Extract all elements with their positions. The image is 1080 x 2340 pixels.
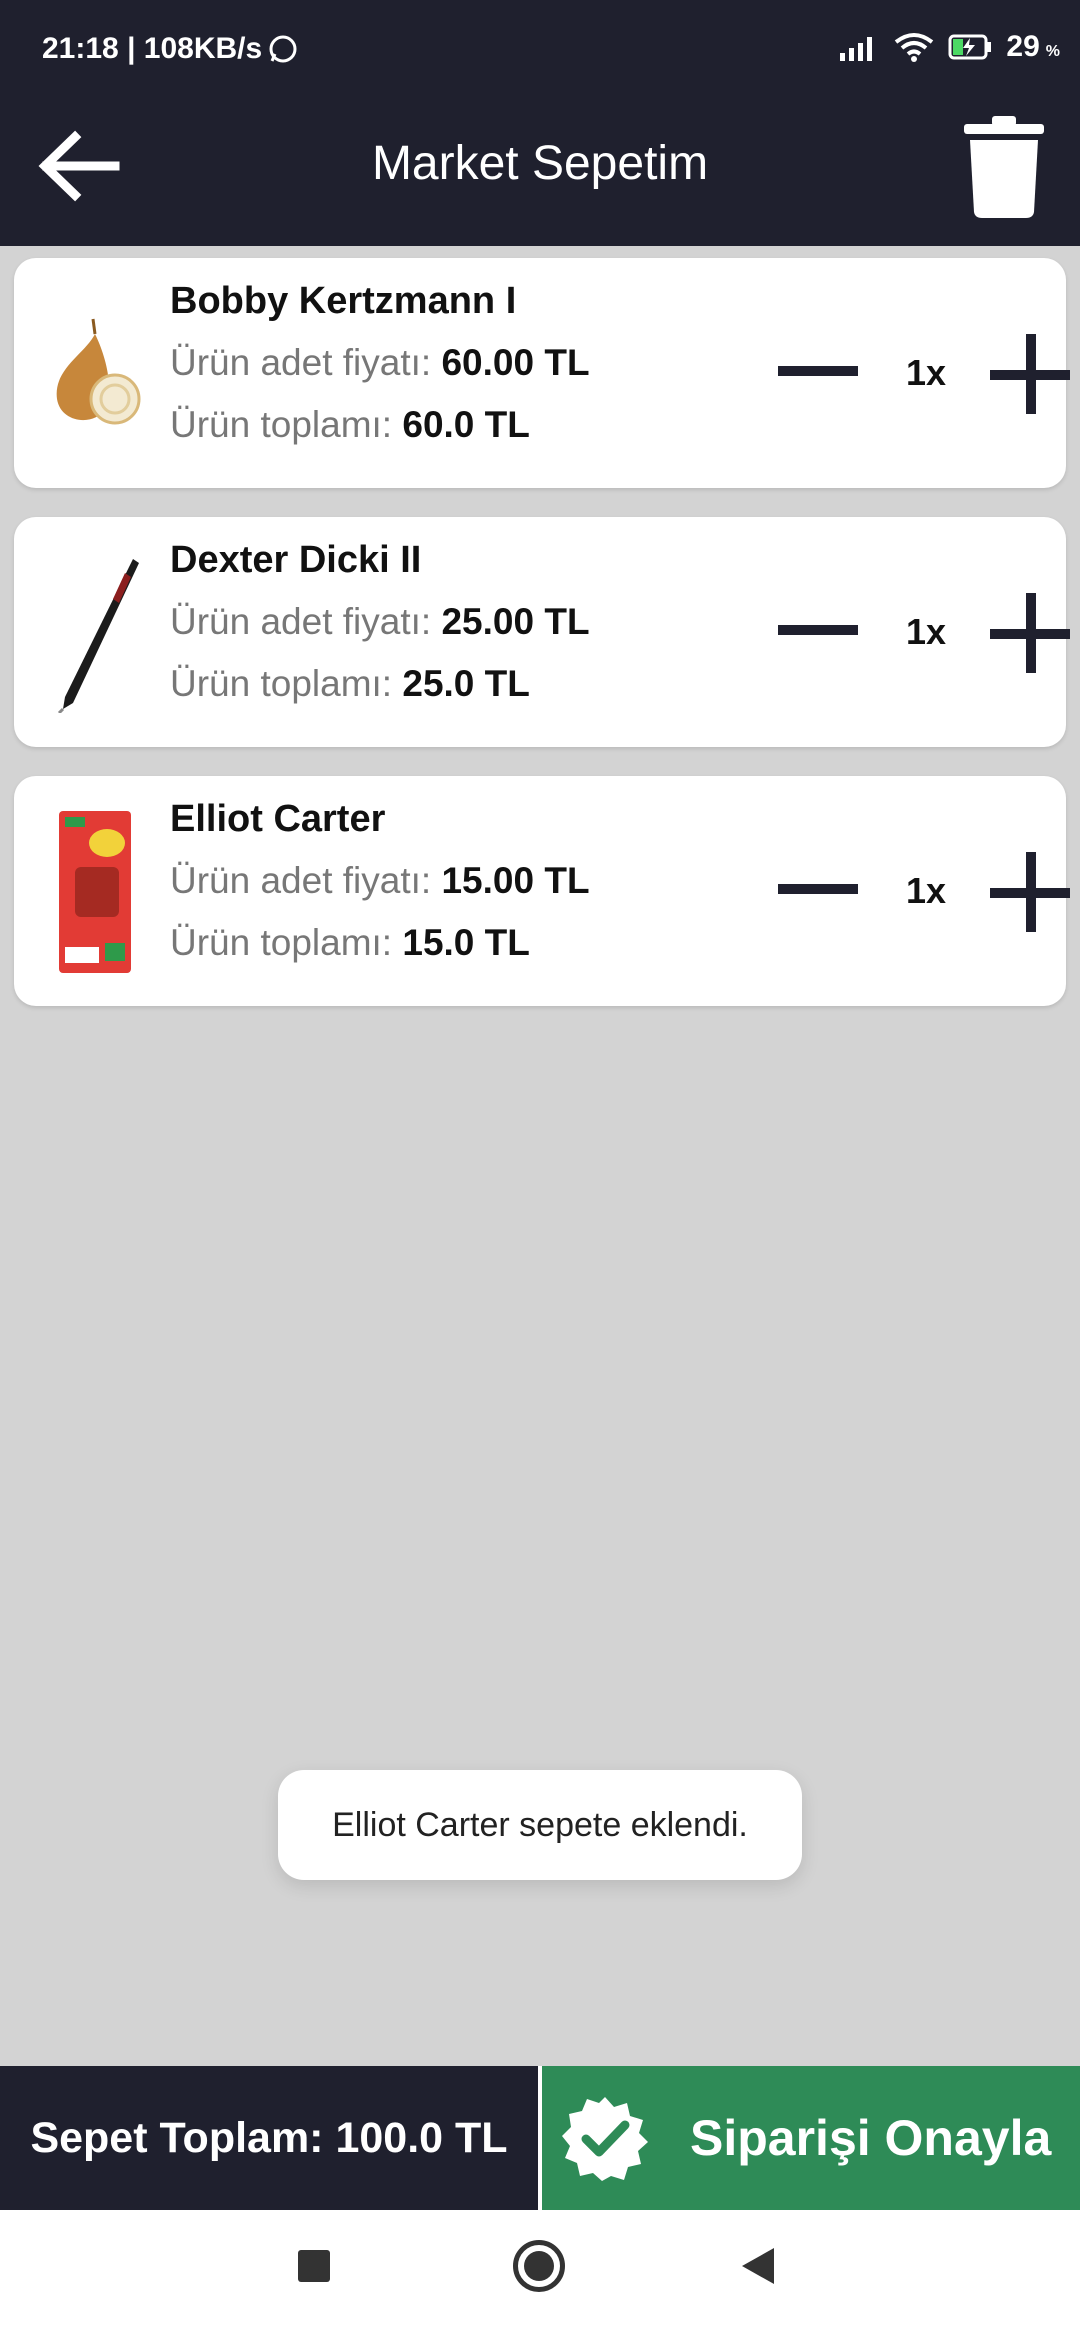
onion-image	[40, 294, 150, 454]
item-total-label: Ürün toplamı:	[170, 922, 403, 963]
system-back-button[interactable]	[742, 2248, 774, 2284]
item-total-value: 25.0 TL	[402, 663, 530, 704]
increase-quantity-button[interactable]	[974, 587, 1074, 679]
trash-icon[interactable]	[964, 114, 1044, 218]
item-unit-price: Ürün adet fiyatı: 15.00 TL	[170, 860, 590, 902]
toast-message: Elliot Carter sepete eklendi.	[278, 1770, 802, 1880]
item-total-label: Ürün toplamı:	[170, 404, 403, 445]
wifi-icon	[895, 33, 934, 62]
page-title: Market Sepetim	[371, 137, 709, 190]
decrease-quantity-button[interactable]	[770, 350, 866, 394]
whatsapp-icon	[269, 35, 297, 63]
cart-item: Elliot Carter Ürün adet fiyatı: 15.00 TL…	[14, 776, 1070, 1006]
battery-level: 29	[1006, 30, 1040, 63]
cart-total: Sepet Toplam: 100.0 TL	[0, 2066, 538, 2210]
app-bar: Market Sepetim	[0, 86, 1080, 246]
item-quantity: 1x	[905, 611, 947, 652]
item-total: Ürün toplamı: 60.0 TL	[170, 404, 530, 446]
unit-price-label: Ürün adet fiyatı:	[170, 860, 442, 901]
unit-price-label: Ürün adet fiyatı:	[170, 601, 442, 642]
item-total-value: 15.0 TL	[402, 922, 530, 963]
confirm-order-button[interactable]: Siparişi Onayla	[542, 2066, 1080, 2210]
status-time-speed: 21:18 | 108KB/s	[42, 32, 263, 65]
unit-price-label: Ürün adet fiyatı:	[170, 342, 442, 383]
item-unit-price: Ürün adet fiyatı: 60.00 TL	[170, 342, 590, 384]
status-right: 29 %	[840, 30, 1060, 64]
decrease-quantity-button[interactable]	[770, 609, 866, 653]
battery-charging-icon	[948, 34, 992, 60]
item-quantity: 1x	[905, 352, 947, 393]
cart-item: Bobby Kertzmann I Ürün adet fiyatı: 60.0…	[14, 258, 1070, 488]
battery-unit: %	[1045, 43, 1060, 60]
decrease-quantity-button[interactable]	[770, 868, 866, 912]
item-quantity: 1x	[905, 870, 947, 911]
increase-quantity-button[interactable]	[974, 328, 1074, 420]
unit-price-value: 60.00 TL	[441, 342, 590, 383]
status-bar: 21:18 | 108KB/s 29 %	[0, 0, 1080, 86]
increase-quantity-button[interactable]	[974, 846, 1074, 938]
item-total: Ürün toplamı: 15.0 TL	[170, 922, 530, 964]
system-nav-bar	[0, 2210, 1080, 2340]
home-button[interactable]	[513, 2240, 565, 2292]
item-total-value: 60.0 TL	[402, 404, 530, 445]
unit-price-value: 25.00 TL	[441, 601, 590, 642]
snack-package-image	[40, 811, 150, 973]
item-name: Bobby Kertzmann I	[170, 280, 517, 322]
item-total-label: Ürün toplamı:	[170, 663, 403, 704]
checkout-bar: Sepet Toplam: 100.0 TL Siparişi Onayla	[0, 2066, 1080, 2210]
recent-apps-button[interactable]	[298, 2250, 330, 2282]
cart-list: Bobby Kertzmann I Ürün adet fiyatı: 60.0…	[14, 258, 1070, 1035]
status-left: 21:18 | 108KB/s	[42, 32, 298, 66]
item-total: Ürün toplamı: 25.0 TL	[170, 663, 530, 705]
verified-badge-icon	[562, 2097, 648, 2181]
item-name: Dexter Dicki II	[170, 539, 422, 581]
unit-price-value: 15.00 TL	[441, 860, 590, 901]
item-name: Elliot Carter	[170, 798, 386, 840]
signal-icon	[840, 37, 873, 61]
item-unit-price: Ürün adet fiyatı: 25.00 TL	[170, 601, 590, 643]
pen-image	[40, 553, 150, 713]
confirm-order-label: Siparişi Onayla	[690, 2110, 1052, 2166]
cart-item: Dexter Dicki II Ürün adet fiyatı: 25.00 …	[14, 517, 1070, 747]
